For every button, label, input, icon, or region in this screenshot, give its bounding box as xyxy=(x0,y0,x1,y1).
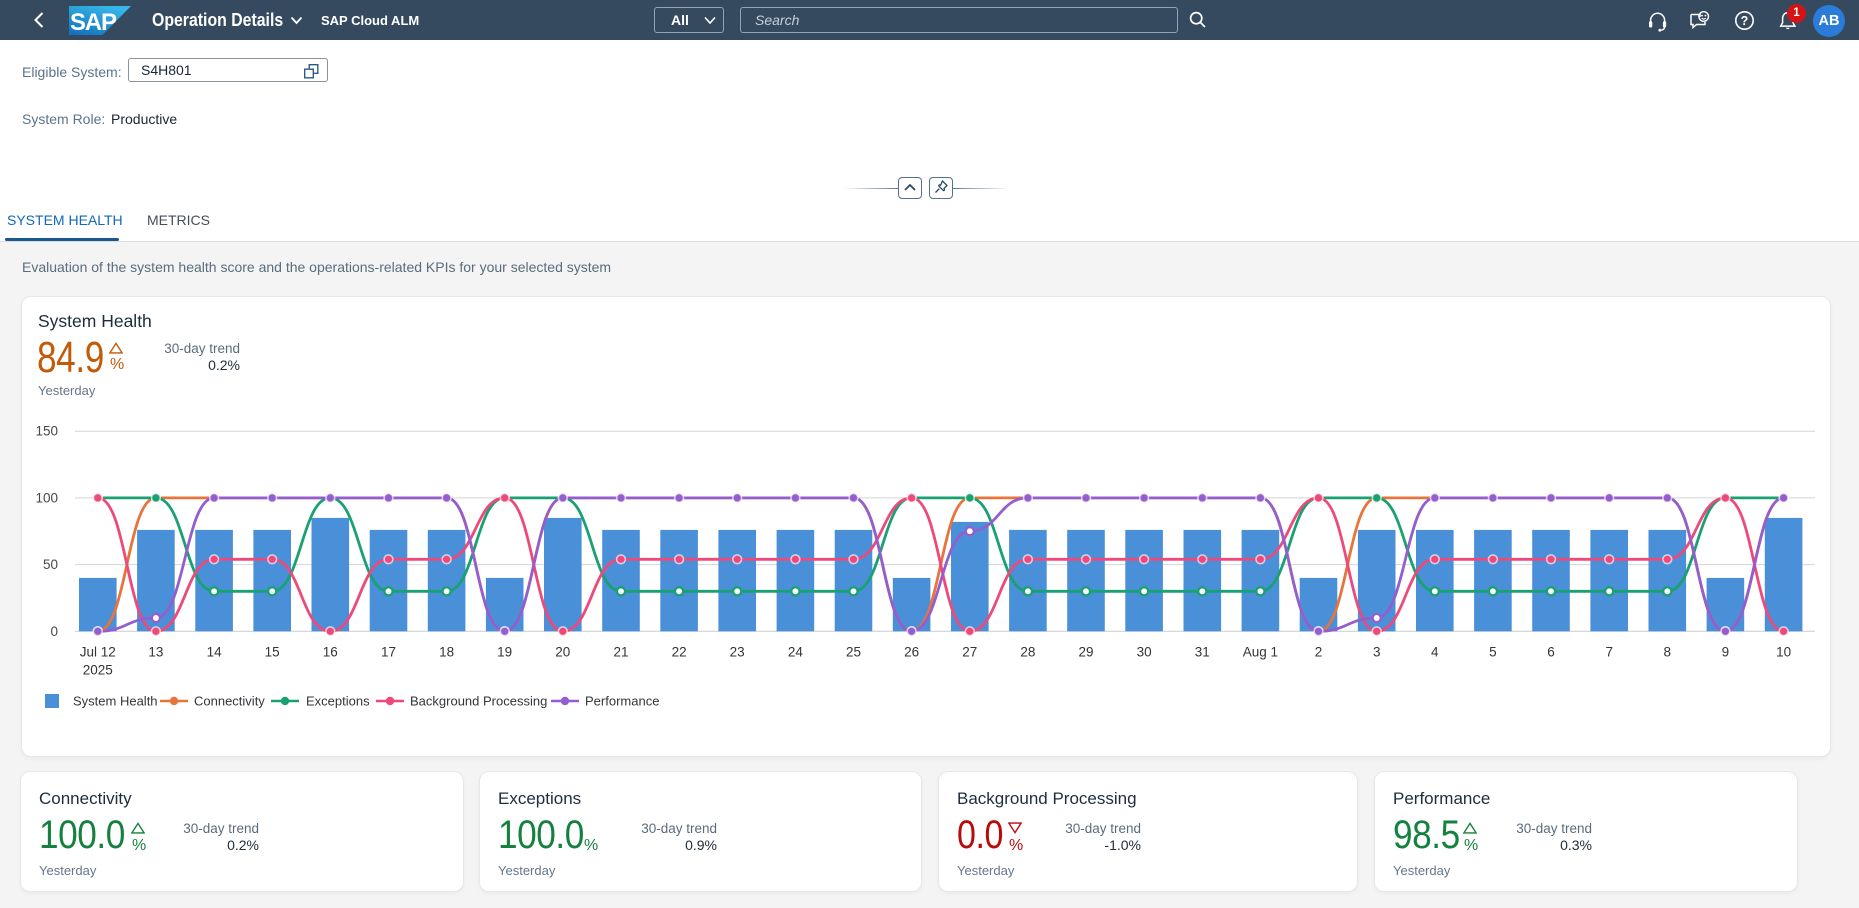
svg-text:29: 29 xyxy=(1078,645,1093,660)
svg-text:20: 20 xyxy=(555,645,570,660)
svg-text:150: 150 xyxy=(35,424,58,439)
svg-text:Background Processing: Background Processing xyxy=(410,694,547,709)
svg-text:?: ? xyxy=(1741,14,1749,28)
svg-text:Exceptions: Exceptions xyxy=(306,694,370,709)
svg-text:19: 19 xyxy=(497,645,512,660)
svg-text:3: 3 xyxy=(1373,645,1381,660)
svg-text:2: 2 xyxy=(1315,645,1323,660)
svg-text:Connectivity: Connectivity xyxy=(194,694,265,709)
svg-text:System Health: System Health xyxy=(73,694,158,709)
svg-text:4: 4 xyxy=(1431,645,1439,660)
svg-text:100: 100 xyxy=(35,490,58,505)
svg-text:Performance: Performance xyxy=(585,694,659,709)
svg-text:0: 0 xyxy=(50,624,58,639)
svg-text:26: 26 xyxy=(904,645,919,660)
svg-text:10: 10 xyxy=(1776,645,1791,660)
svg-text:18: 18 xyxy=(439,645,454,660)
svg-text:30: 30 xyxy=(1137,645,1152,660)
svg-text:13: 13 xyxy=(148,645,163,660)
svg-text:15: 15 xyxy=(265,645,280,660)
svg-text:23: 23 xyxy=(730,645,745,660)
svg-text:9: 9 xyxy=(1722,645,1730,660)
svg-text:50: 50 xyxy=(43,557,58,572)
svg-text:Jul 12: Jul 12 xyxy=(80,645,116,660)
svg-text:16: 16 xyxy=(323,645,338,660)
svg-text:27: 27 xyxy=(962,645,977,660)
svg-text:SAP: SAP xyxy=(70,9,117,35)
svg-text:7: 7 xyxy=(1605,645,1613,660)
svg-text:14: 14 xyxy=(207,645,223,660)
svg-text:2025: 2025 xyxy=(83,663,113,678)
svg-text:17: 17 xyxy=(381,645,396,660)
svg-text:Aug 1: Aug 1 xyxy=(1243,645,1278,660)
svg-text:25: 25 xyxy=(846,645,861,660)
svg-text:22: 22 xyxy=(672,645,687,660)
svg-text:24: 24 xyxy=(788,645,804,660)
svg-text:21: 21 xyxy=(613,645,628,660)
svg-text:6: 6 xyxy=(1547,645,1555,660)
svg-text:31: 31 xyxy=(1195,645,1210,660)
svg-text:28: 28 xyxy=(1020,645,1035,660)
svg-text:8: 8 xyxy=(1664,645,1672,660)
svg-text:5: 5 xyxy=(1489,645,1497,660)
